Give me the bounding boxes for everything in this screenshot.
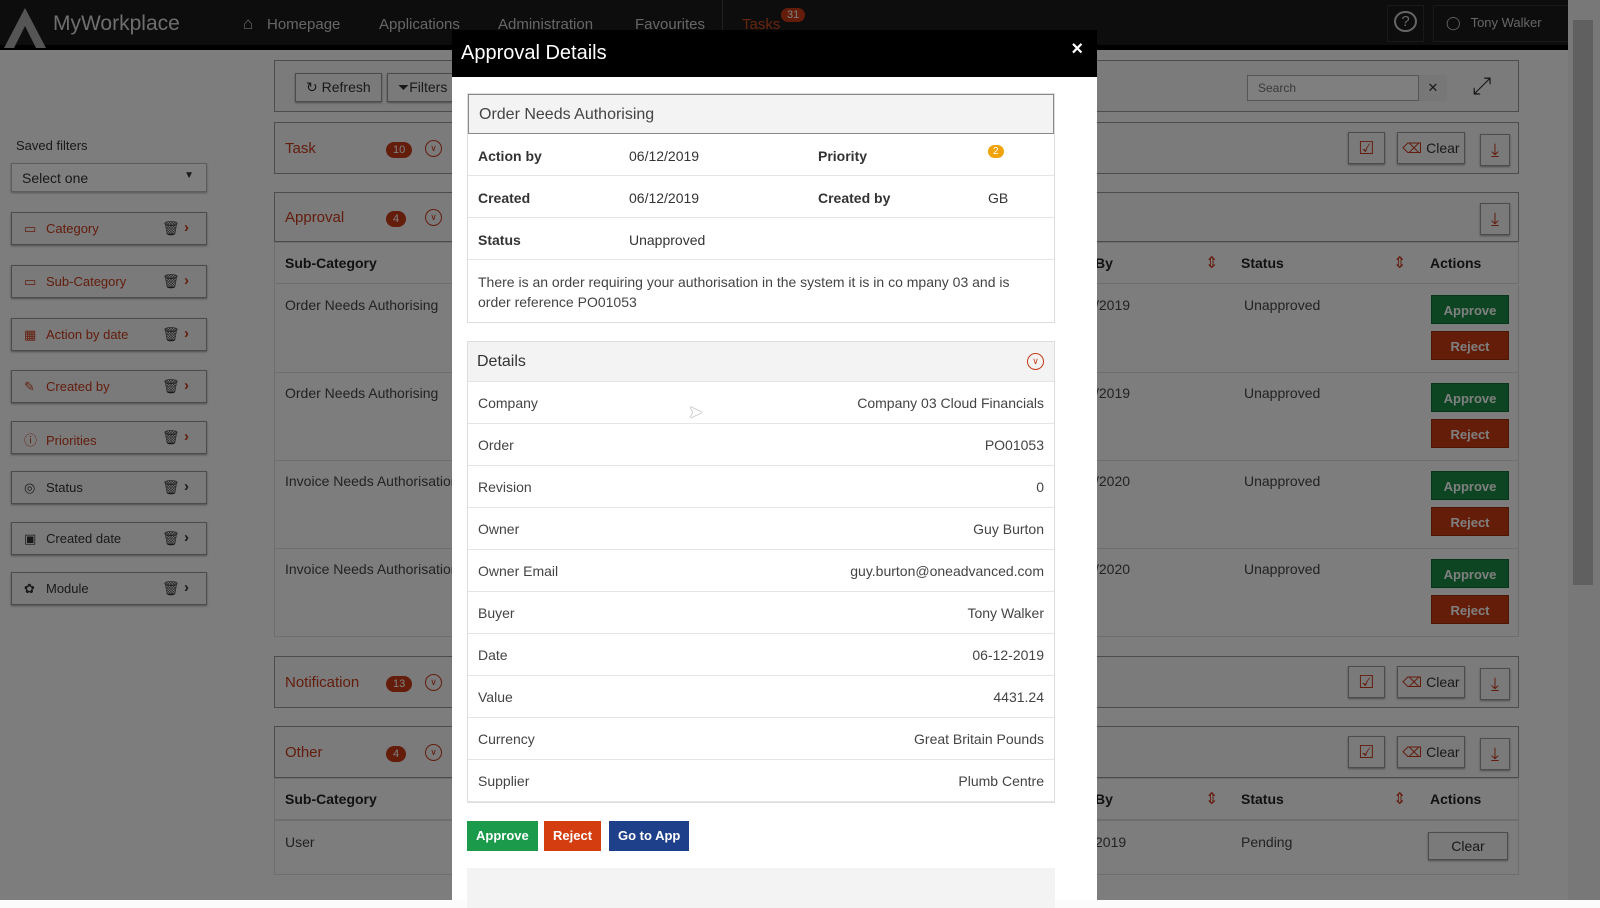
priority-label: Priority bbox=[818, 148, 868, 164]
priority-badge: 2 bbox=[988, 145, 1004, 158]
detail-key: Buyer bbox=[478, 605, 515, 621]
chevron-down-icon[interactable]: ∨ bbox=[1027, 353, 1044, 370]
details-card: Details ∨ Company Company 03 Cloud Financi… bbox=[467, 341, 1055, 803]
modal-title: Approval Details bbox=[461, 42, 607, 64]
detail-value: 4431.24 bbox=[993, 689, 1044, 705]
detail-row: Owner Email guy.burton@oneadvanced.com bbox=[468, 550, 1054, 592]
detail-row: Currency Great Britain Pounds bbox=[468, 718, 1054, 760]
detail-key: Date bbox=[478, 647, 508, 663]
detail-row: Buyer Tony Walker bbox=[468, 592, 1054, 634]
detail-row: Supplier Plumb Centre bbox=[468, 760, 1054, 802]
modal-header: Approval Details × bbox=[452, 30, 1097, 77]
detail-row: Revision 0 bbox=[468, 466, 1054, 508]
detail-key: Owner Email bbox=[478, 563, 559, 579]
detail-key: Owner bbox=[478, 521, 520, 537]
created-value: 06/12/2019 bbox=[629, 190, 700, 206]
detail-key: Supplier bbox=[478, 773, 530, 789]
description: There is an order requiring your authori… bbox=[478, 274, 1010, 310]
detail-row: Value 4431.24 bbox=[468, 676, 1054, 718]
detail-value: Great Britain Pounds bbox=[914, 731, 1044, 747]
detail-value: Tony Walker bbox=[967, 605, 1044, 621]
detail-value: PO01053 bbox=[984, 437, 1044, 453]
card-title: Order Needs Authorising bbox=[468, 94, 1054, 134]
detail-key: Order bbox=[478, 437, 514, 453]
status-label: Status bbox=[478, 232, 521, 248]
detail-row: Owner Guy Burton bbox=[468, 508, 1054, 550]
action-by-value: 06/12/2019 bbox=[629, 148, 700, 164]
created-label: Created bbox=[478, 190, 531, 206]
detail-value: guy.burton@oneadvanced.com bbox=[850, 563, 1044, 579]
created-by-value: GB bbox=[988, 190, 1009, 206]
detail-value: Company 03 Cloud Financials bbox=[857, 395, 1044, 411]
detail-key: Currency bbox=[478, 731, 535, 747]
detail-value: Guy Burton bbox=[973, 521, 1044, 537]
detail-key: Revision bbox=[478, 479, 532, 495]
detail-value: 06-12-2019 bbox=[972, 647, 1044, 663]
detail-row: Order PO01053 bbox=[468, 424, 1054, 466]
detail-value: 0 bbox=[1036, 479, 1044, 495]
detail-key: Company bbox=[478, 395, 538, 411]
detail-row: Date 06-12-2019 bbox=[468, 634, 1054, 676]
summary-card: Order Needs Authorising Action by 06/12/2… bbox=[467, 93, 1055, 323]
created-by-label: Created by bbox=[818, 190, 891, 206]
approval-details-modal: Approval Details × Order Needs Authorisi… bbox=[452, 30, 1097, 908]
detail-key: Value bbox=[478, 689, 513, 705]
details-title: Details bbox=[477, 353, 526, 370]
detail-row: Company Company 03 Cloud Financials bbox=[468, 382, 1054, 424]
detail-value: Plumb Centre bbox=[958, 773, 1044, 789]
next-card bbox=[467, 868, 1055, 908]
status-value: Unapproved bbox=[629, 232, 706, 248]
mouse-cursor-icon: ➤ bbox=[688, 402, 704, 422]
go-to-app-button[interactable]: Go to App bbox=[609, 821, 690, 851]
details-header[interactable]: Details ∨ bbox=[468, 342, 1054, 382]
reject-button[interactable]: Reject bbox=[544, 821, 602, 851]
action-by-label: Action by bbox=[478, 148, 542, 164]
close-icon[interactable]: × bbox=[1071, 38, 1083, 61]
approve-button[interactable]: Approve bbox=[467, 821, 538, 851]
